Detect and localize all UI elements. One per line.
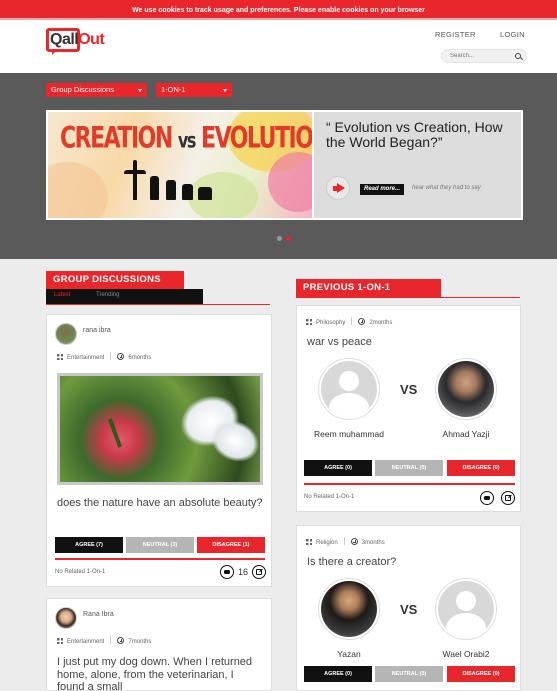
neutral-button[interactable]: NEUTRAL (0)	[375, 460, 443, 476]
neutral-button[interactable]: NEUTRAL (0)	[375, 666, 443, 682]
user-name[interactable]: rana ibra	[83, 327, 111, 334]
avatar[interactable]	[55, 323, 77, 345]
read-more-button[interactable]: Read more...	[360, 184, 405, 195]
qallout-logo[interactable]: QallOut	[46, 28, 118, 56]
debater-left-avatar[interactable]	[318, 358, 380, 420]
one-on-one-dropdown[interactable]: 1-ON-1	[156, 83, 232, 97]
category-label[interactable]: Religion	[316, 540, 338, 546]
discussion-title[interactable]: I just put my dog down. When I returned …	[57, 656, 263, 691]
featured-banner[interactable]: CREATION vs EVOLUTION “ Evolution vs Cre…	[46, 110, 523, 220]
featured-quote: “ Evolution vs Creation, How the World B…	[326, 119, 503, 150]
card-meta: Entertainment 7months	[57, 636, 151, 645]
discussion-card[interactable]: Rana Ibra Entertainment 7months I just pu…	[46, 598, 272, 691]
clock-icon	[117, 637, 125, 644]
debate-title[interactable]: war vs peace	[307, 336, 512, 349]
register-link[interactable]: REGISTER	[435, 30, 476, 39]
previous-one-on-one-heading: PREVIOUS 1-ON-1	[296, 279, 441, 297]
comment-icon[interactable]	[480, 491, 494, 505]
category-icon	[57, 354, 63, 360]
one-on-one-card[interactable]: Religion 3months Is there a creator? VS Y…	[296, 525, 521, 691]
discussion-title[interactable]: does the nature have an absolute beauty?	[57, 497, 263, 510]
cookie-notice: We use cookies to track usage and prefer…	[0, 0, 557, 20]
discussion-card[interactable]: rana ibra Entertainment 6months does the …	[46, 314, 272, 587]
category-icon	[306, 319, 312, 325]
debater-right-name[interactable]: Wael Orabi2	[426, 648, 506, 661]
disagree-button[interactable]: DISAGREE (0)	[447, 460, 515, 476]
vs-label: VS	[400, 382, 418, 397]
share-icon[interactable]	[501, 491, 515, 505]
category-label[interactable]: Philosophy	[316, 320, 345, 326]
no-related-text: No Related 1-On-1	[55, 569, 106, 575]
hero-section: Group Discussions 1-ON-1 CREATION vs EVO…	[0, 73, 557, 259]
category-label[interactable]: Entertainment	[67, 355, 104, 361]
carousel-dot-1[interactable]	[277, 236, 282, 241]
comment-icon[interactable]	[220, 565, 234, 579]
time-ago: 7months	[128, 639, 152, 645]
avatar[interactable]	[55, 607, 77, 629]
neutral-button[interactable]: NEUTRAL (3)	[126, 537, 194, 553]
clock-icon	[358, 318, 366, 325]
clock-icon	[117, 353, 125, 360]
hear-what-caption: hear what they had to say	[412, 185, 481, 191]
discussion-tabs: Latest Trending	[46, 289, 203, 304]
tab-trending[interactable]: Trending	[96, 292, 119, 298]
time-ago: 2months	[369, 320, 393, 326]
vote-buttons: AGREE (7) NEUTRAL (3) DISAGREE (1)	[55, 537, 265, 553]
disagree-button[interactable]: DISAGREE (0)	[447, 666, 515, 682]
share-icon[interactable]	[252, 565, 266, 579]
chevron-down-icon	[223, 89, 227, 92]
search-icon[interactable]	[515, 53, 521, 59]
carousel-dot-2[interactable]	[286, 236, 291, 241]
user-name[interactable]: Rana Ibra	[83, 611, 114, 618]
search-input[interactable]	[450, 51, 510, 61]
category-icon	[57, 638, 63, 644]
agree-button[interactable]: AGREE (0)	[304, 460, 372, 476]
vs-label: VS	[400, 602, 418, 617]
agree-button[interactable]: AGREE (7)	[55, 537, 123, 553]
category-icon	[306, 539, 312, 545]
clock-icon	[350, 538, 358, 545]
time-ago: 6months	[128, 355, 152, 361]
disagree-button[interactable]: DISAGREE (1)	[197, 537, 265, 553]
tab-latest[interactable]: Latest	[54, 292, 70, 298]
flower-butterfly-photo[interactable]	[57, 373, 263, 485]
one-on-one-card[interactable]: Philosophy 2months war vs peace VS Reem m…	[296, 305, 521, 512]
category-label[interactable]: Entertainment	[67, 639, 104, 645]
debate-title[interactable]: Is there a creator?	[307, 556, 512, 569]
vote-buttons: AGREE (0) NEUTRAL (0) DISAGREE (0)	[304, 666, 515, 682]
card-meta: Entertainment 6months	[57, 352, 151, 361]
site-header: QallOut REGISTER LOGIN	[0, 20, 557, 73]
debater-left-name[interactable]: Reem muhammad	[309, 428, 389, 441]
card-meta: Religion 3months	[306, 537, 385, 546]
debater-right-avatar[interactable]	[435, 578, 497, 640]
creation-vs-evolution-image: CREATION vs EVOLUTION	[48, 112, 312, 218]
vote-buttons: AGREE (0) NEUTRAL (0) DISAGREE (0)	[304, 460, 515, 476]
debater-right-avatar[interactable]	[435, 358, 497, 420]
group-discussions-dropdown[interactable]: Group Discussions	[46, 83, 147, 97]
megaphone-icon	[326, 176, 350, 200]
no-related-text: No Related 1-On-1	[304, 494, 355, 500]
comment-count: 16	[238, 567, 249, 577]
debater-left-name[interactable]: Yazan	[309, 648, 389, 661]
group-discussions-heading: GROUP DISCUSSIONS	[46, 271, 184, 289]
time-ago: 3months	[361, 540, 385, 546]
search-box	[441, 49, 527, 63]
card-meta: Philosophy 2months	[306, 317, 392, 326]
chevron-down-icon	[138, 89, 142, 92]
debater-right-name[interactable]: Ahmad Yazji	[426, 428, 506, 441]
agree-button[interactable]: AGREE (0)	[304, 666, 372, 682]
login-link[interactable]: LOGIN	[500, 30, 525, 39]
debater-left-avatar[interactable]	[318, 578, 380, 640]
